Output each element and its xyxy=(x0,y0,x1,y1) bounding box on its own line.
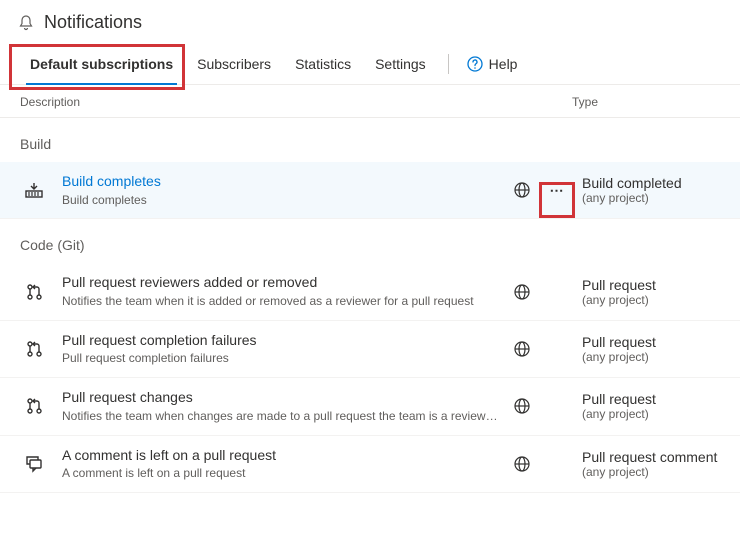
bell-icon xyxy=(18,15,34,31)
row-title: Build completes xyxy=(62,172,502,192)
subscription-row[interactable]: Pull request completion failures Pull re… xyxy=(0,321,740,378)
row-type: Build completed (any project) xyxy=(572,175,720,205)
pull-request-icon xyxy=(20,283,48,301)
tab-bar: Default subscriptions Subscribers Statis… xyxy=(0,43,740,85)
group-title-code-git: Code (Git) xyxy=(0,219,740,263)
row-type-title: Pull request xyxy=(582,391,720,407)
group-title-build: Build xyxy=(0,118,740,162)
row-type-scope: (any project) xyxy=(582,293,720,307)
help-link[interactable]: Help xyxy=(459,56,526,72)
page-title: Notifications xyxy=(44,12,142,33)
row-title: Pull request changes xyxy=(62,388,502,408)
help-label: Help xyxy=(489,56,518,72)
more-options-button[interactable]: ⋯ xyxy=(542,182,572,199)
tab-statistics[interactable]: Statistics xyxy=(283,43,363,85)
pull-request-icon xyxy=(20,397,48,415)
globe-icon xyxy=(502,340,542,358)
row-type-scope: (any project) xyxy=(582,465,720,479)
subscription-row[interactable]: A comment is left on a pull request A co… xyxy=(0,436,740,493)
row-title: Pull request completion failures xyxy=(62,331,502,351)
row-subtitle: Build completes xyxy=(62,192,502,209)
row-main: Build completes Build completes xyxy=(62,172,502,208)
divider xyxy=(448,54,449,74)
help-icon xyxy=(467,56,483,72)
comment-icon xyxy=(20,454,48,474)
row-subtitle: A comment is left on a pull request xyxy=(62,465,502,482)
page-header: Notifications xyxy=(0,0,740,43)
row-type: Pull request (any project) xyxy=(572,334,720,364)
tab-settings[interactable]: Settings xyxy=(363,43,438,85)
row-type-scope: (any project) xyxy=(582,407,720,421)
row-title: Pull request reviewers added or removed xyxy=(62,273,502,293)
globe-icon xyxy=(502,181,542,199)
row-title: A comment is left on a pull request xyxy=(62,446,502,466)
pull-request-icon xyxy=(20,340,48,358)
column-header: Description Type xyxy=(0,85,740,118)
row-type-title: Pull request xyxy=(582,334,720,350)
build-icon xyxy=(20,181,48,199)
row-subtitle: Pull request completion failures xyxy=(62,350,502,367)
row-type: Pull request (any project) xyxy=(572,391,720,421)
row-type-scope: (any project) xyxy=(582,350,720,364)
subscription-row[interactable]: Pull request changes Notifies the team w… xyxy=(0,378,740,435)
tab-default-subscriptions[interactable]: Default subscriptions xyxy=(18,43,185,85)
row-main: Pull request completion failures Pull re… xyxy=(62,331,502,367)
globe-icon xyxy=(502,397,542,415)
row-type: Pull request comment (any project) xyxy=(572,449,720,479)
row-main: Pull request reviewers added or removed … xyxy=(62,273,502,309)
row-type-title: Pull request xyxy=(582,277,720,293)
row-type-title: Build completed xyxy=(582,175,720,191)
row-main: A comment is left on a pull request A co… xyxy=(62,446,502,482)
row-type-title: Pull request comment xyxy=(582,449,720,465)
row-type: Pull request (any project) xyxy=(572,277,720,307)
row-subtitle: Notifies the team when it is added or re… xyxy=(62,293,502,310)
subscription-row[interactable]: Build completes Build completes ⋯ Build … xyxy=(0,162,740,219)
column-description: Description xyxy=(20,95,572,109)
globe-icon xyxy=(502,455,542,473)
row-main: Pull request changes Notifies the team w… xyxy=(62,388,502,424)
row-type-scope: (any project) xyxy=(582,191,720,205)
tab-subscribers[interactable]: Subscribers xyxy=(185,43,283,85)
subscription-row[interactable]: Pull request reviewers added or removed … xyxy=(0,263,740,320)
row-subtitle: Notifies the team when changes are made … xyxy=(62,408,502,425)
globe-icon xyxy=(502,283,542,301)
column-type: Type xyxy=(572,95,720,109)
